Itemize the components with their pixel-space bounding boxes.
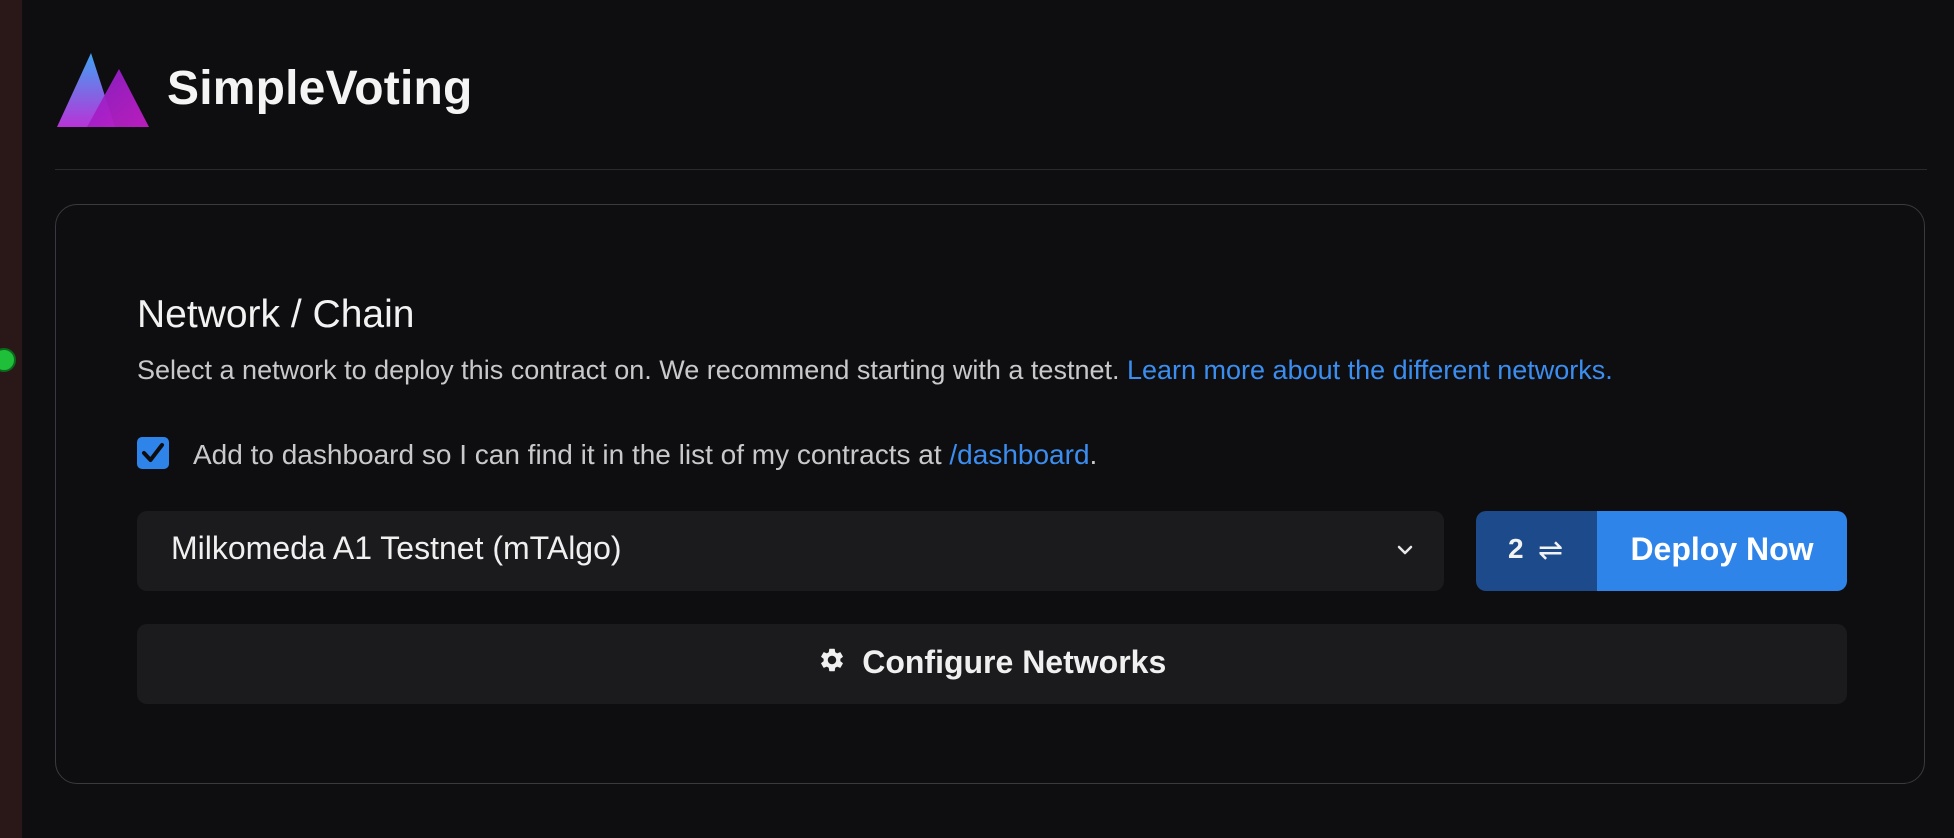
section-description: Select a network to deploy this contract… <box>137 355 1613 386</box>
header: SimpleVoting <box>55 45 1927 127</box>
configure-networks-label: Configure Networks <box>862 644 1167 680</box>
description-text: Select a network to deploy this contract… <box>137 355 1127 385</box>
learn-more-link[interactable]: Learn more about the different networks. <box>1127 355 1613 385</box>
add-to-dashboard-checkbox[interactable] <box>137 437 169 469</box>
network-select-value: Milkomeda A1 Testnet (mTAlgo) <box>171 530 622 566</box>
deploy-now-button[interactable]: Deploy Now <box>1597 511 1847 591</box>
dashboard-label: Add to dashboard so I can find it in the… <box>193 439 1097 471</box>
configure-networks-button[interactable]: Configure Networks <box>137 624 1847 704</box>
app-title: SimpleVoting <box>167 62 473 115</box>
gear-icon <box>820 648 843 671</box>
swap-icon: ⇌ <box>1538 533 1564 568</box>
dashboard-label-text: Add to dashboard so I can find it in the… <box>193 439 950 470</box>
section-title: Network / Chain <box>137 293 415 336</box>
configure-networks-content: Configure Networks <box>137 644 1847 681</box>
deploy-now-label: Deploy Now <box>1630 531 1814 567</box>
checkmark-icon <box>142 443 164 462</box>
app-logo-icon <box>57 53 149 127</box>
header-divider <box>55 169 1927 170</box>
network-select[interactable]: Milkomeda A1 Testnet (mTAlgo) <box>137 511 1444 591</box>
deploy-queue-button[interactable]: 2 ⇌ <box>1476 511 1597 591</box>
left-edge-strip <box>0 0 22 838</box>
deploy-queue-count: 2 <box>1508 533 1524 564</box>
dashboard-label-suffix: . <box>1089 439 1098 470</box>
chevron-down-icon <box>1397 545 1413 555</box>
deploy-button-group: 2 ⇌ Deploy Now <box>1476 511 1847 591</box>
dashboard-link[interactable]: /dashboard <box>949 439 1089 470</box>
network-card: Network / Chain Select a network to depl… <box>55 204 1925 784</box>
page: SimpleVoting Network / Chain Select a ne… <box>55 0 1927 838</box>
